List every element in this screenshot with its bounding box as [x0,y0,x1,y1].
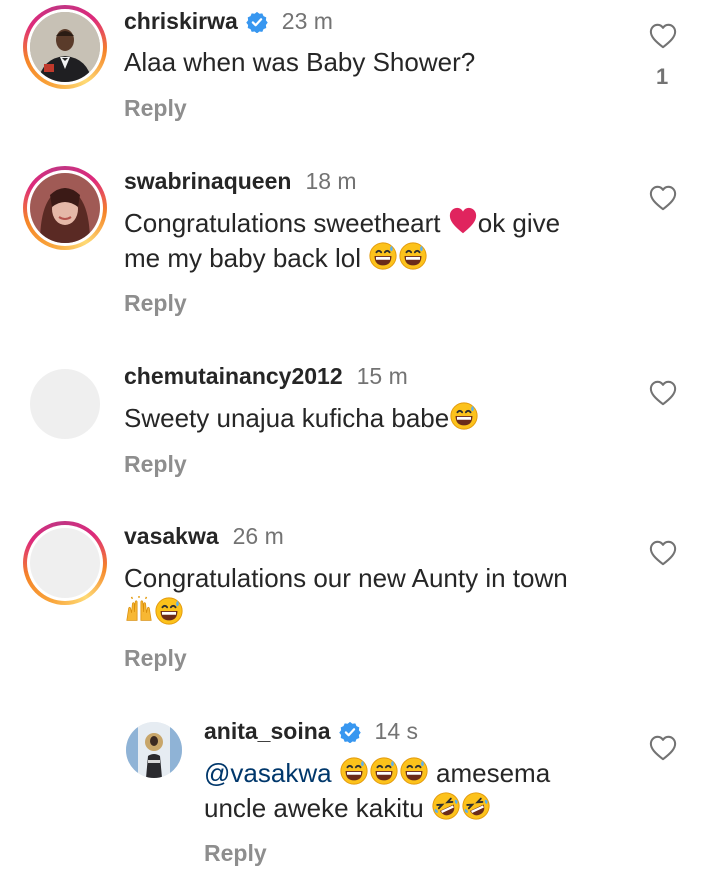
timestamp: 14 s [374,718,419,744]
timestamp: 23 m [281,8,333,34]
rofl-emoji-icon [461,791,491,821]
reply-button[interactable]: Reply [124,645,187,672]
timestamp: 18 m [305,168,357,194]
comment-item: vasakwa 26 m Congratulations our new Aun… [0,515,720,685]
comment-text: Congratulations sweetheart ok give me my… [124,206,561,273]
comment-text: @vasakwa amesema uncle aweke kakitu [204,756,551,823]
like-count: 1 [656,64,669,89]
red-heart-icon [448,206,478,236]
comment-item: chemutainancy2012 15 m Sweety unajua kuf… [0,355,720,495]
grinning-sweat-emoji-icon [399,756,429,786]
comment-text: Alaa when was Baby Shower? [124,47,476,77]
avatar[interactable] [126,722,182,778]
reply-button[interactable]: Reply [204,840,267,867]
grinning-sweat-emoji-icon [154,596,184,626]
timestamp: 15 m [356,363,408,389]
reply-button[interactable]: Reply [124,451,187,478]
like-heart-icon[interactable] [648,184,678,212]
woman-selfie-photo [30,173,100,243]
mention-link[interactable]: @vasakwa [204,758,332,788]
like-heart-icon[interactable] [648,379,678,407]
comment-text: Congratulations our new Aunty in town [124,561,644,631]
username[interactable]: vasakwa [124,523,219,550]
person-at-podium-photo [126,722,182,778]
username[interactable]: chriskirwa [124,8,238,35]
comment-header: swabrinaqueen 18 m [124,168,357,195]
grinning-sweat-emoji-icon [368,241,398,271]
avatar[interactable] [30,369,100,439]
like-heart-icon[interactable] [648,22,678,50]
empty-avatar [30,369,100,439]
avatar[interactable] [23,166,107,250]
comment-text: Sweety unajua kuficha babe [124,401,479,436]
comment-item: swabrinaqueen 18 m Congratulations sweet… [0,160,720,330]
reply-comment-item: anita_soina 14 s @vasakwa amesema uncle … [0,710,720,890]
grinning-sweat-emoji-icon [398,241,428,271]
comment-header: vasakwa 26 m [124,523,284,550]
grinning-sweat-emoji-icon [339,756,369,786]
reply-button[interactable]: Reply [124,290,187,317]
username[interactable]: swabrinaqueen [124,168,291,195]
grinning-sweat-emoji-icon [369,756,399,786]
username[interactable]: anita_soina [204,718,331,745]
avatar[interactable] [23,5,107,89]
comment-header: chemutainancy2012 15 m [124,363,408,390]
comment-item: chriskirwa 23 m Alaa when was Baby Showe… [0,0,720,150]
verified-badge-icon [339,721,361,743]
grinning-sweat-emoji-icon [449,401,479,431]
like-heart-icon[interactable] [648,539,678,567]
man-in-tuxedo-photo [30,12,100,82]
avatar[interactable] [23,521,107,605]
username[interactable]: chemutainancy2012 [124,363,343,390]
reply-button[interactable]: Reply [124,95,187,122]
rofl-emoji-icon [431,791,461,821]
raised-hands-emoji-icon [124,596,154,626]
verified-badge-icon [246,11,268,33]
timestamp: 26 m [232,523,284,549]
comment-header: chriskirwa 23 m [124,8,333,35]
comment-header: anita_soina 14 s [204,718,418,745]
empty-avatar [30,528,100,598]
like-heart-icon[interactable] [648,734,678,762]
